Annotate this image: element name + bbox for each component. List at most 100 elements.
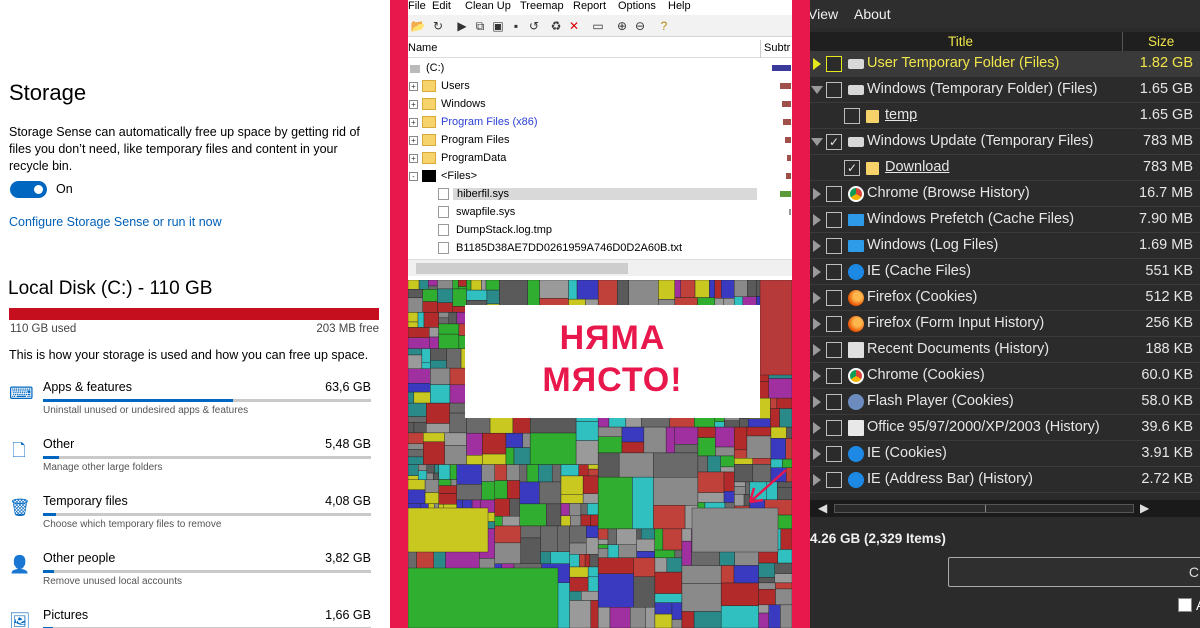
title-column-header[interactable]: Title	[948, 34, 973, 49]
storage-category-0[interactable]: ⌨ Apps & features 63,6 GB Uninstall unused …	[9, 380, 371, 430]
expand-icon[interactable]: +	[409, 154, 418, 163]
cleaner-row-checkbox[interactable]	[826, 238, 842, 254]
expand-icon[interactable]: +	[409, 100, 418, 109]
storage-category-2[interactable]: 🗑 Temporary files 4,08 GB Choose which temp…	[9, 494, 371, 544]
collapse-icon[interactable]: -	[409, 172, 418, 181]
expand-arrow-icon[interactable]	[813, 396, 821, 408]
cleaner-row[interactable]: Windows (Temporary Folder) (Files) 1.65 G…	[810, 77, 1200, 103]
expand-arrow-icon[interactable]	[813, 474, 821, 486]
recycle-icon[interactable]: ♻	[548, 18, 564, 34]
scrollbar-thumb[interactable]	[416, 263, 628, 274]
cleaner-row[interactable]: Flash Player (Cookies) 58.0 KB	[810, 389, 1200, 415]
scrollbar-thumb[interactable]	[834, 504, 1134, 513]
tree-row[interactable]: DumpStack.log.tmp	[408, 222, 792, 240]
cleaner-row-checkbox[interactable]	[826, 56, 842, 72]
cleaner-row[interactable]: IE (Cache Files) 551 KB	[810, 259, 1200, 285]
menu-help[interactable]: Help	[668, 0, 691, 12]
cleaner-row-checkbox[interactable]	[826, 394, 842, 410]
cleaner-row[interactable]: IE (Cookies) 3.91 KB	[810, 441, 1200, 467]
cleaner-row-checkbox[interactable]: ✓	[844, 160, 860, 176]
menu-treemap[interactable]: Treemap	[520, 0, 564, 12]
tree-row[interactable]: + Program Files (x86)	[408, 114, 792, 132]
collapse-arrow-icon[interactable]	[811, 138, 823, 146]
tree-horizontal-scrollbar[interactable]	[408, 259, 792, 276]
subtree-column-header[interactable]: Subtr	[764, 42, 790, 54]
storage-category-3[interactable]: 👤 Other people 3,82 GB Remove unused local …	[9, 551, 371, 601]
configure-storage-sense-link[interactable]: Configure Storage Sense or run it now	[9, 215, 222, 229]
expand-arrow-icon[interactable]	[813, 422, 821, 434]
tree-row[interactable]: hiberfil.sys	[408, 186, 792, 204]
tree-row[interactable]: (C:)	[408, 60, 792, 78]
tree-row[interactable]: - <Files>	[408, 168, 792, 186]
cleaner-row[interactable]: Firefox (Form Input History) 256 KB	[810, 311, 1200, 337]
expand-arrow-icon[interactable]	[813, 292, 821, 304]
cleaner-row-checkbox[interactable]	[826, 316, 842, 332]
open-folder-icon[interactable]: 📂	[410, 18, 426, 34]
storage-category-4[interactable]: 🖼 Pictures 1,66 GB	[9, 608, 371, 628]
menu-view[interactable]: View	[810, 6, 838, 22]
name-column-header[interactable]: Name	[408, 42, 437, 54]
menu-clean-up[interactable]: Clean Up	[465, 0, 511, 12]
expand-arrow-icon[interactable]	[813, 240, 821, 252]
menu-edit[interactable]: Edit	[432, 0, 451, 12]
menu-options[interactable]: Options	[618, 0, 656, 12]
cleaner-row-checkbox[interactable]	[826, 342, 842, 358]
play-icon[interactable]: ▶	[454, 18, 470, 34]
expand-arrow-icon[interactable]	[813, 214, 821, 226]
zoom-out-icon[interactable]: ⊖	[632, 18, 648, 34]
cleaner-row-checkbox[interactable]	[826, 186, 842, 202]
cleaner-row-checkbox[interactable]	[826, 290, 842, 306]
scroll-left-icon[interactable]: ◀	[818, 501, 827, 515]
expand-arrow-icon[interactable]	[813, 448, 821, 460]
tree-row[interactable]: + Program Files	[408, 132, 792, 150]
expand-arrow-icon[interactable]	[813, 318, 821, 330]
menu-report[interactable]: Report	[573, 0, 606, 12]
cleaner-row[interactable]: Firefox (Cookies) 512 KB	[810, 285, 1200, 311]
tree-row[interactable]: swapfile.sys	[408, 204, 792, 222]
cleaner-row[interactable]: Office 95/97/2000/XP/2003 (History) 39.6 …	[810, 415, 1200, 441]
cleaner-row[interactable]: Windows Prefetch (Cache Files) 7.90 MB	[810, 207, 1200, 233]
cleaner-row-checkbox[interactable]	[826, 420, 842, 436]
storage-category-1[interactable]: 🗋 Other 5,48 GB Manage other large folders	[9, 437, 371, 487]
refresh-icon[interactable]: ↻	[430, 18, 446, 34]
expand-arrow-icon[interactable]	[813, 266, 821, 278]
menu-file[interactable]: File	[408, 0, 426, 12]
cleaner-row-checkbox[interactable]	[826, 446, 842, 462]
cleaner-row[interactable]: User Temporary Folder (Files) 1.82 GB	[810, 51, 1200, 77]
cleaner-option-checkbox[interactable]	[1178, 598, 1192, 612]
cleaner-row-checkbox[interactable]	[826, 472, 842, 488]
cleaner-row[interactable]: Chrome (Cookies) 60.0 KB	[810, 363, 1200, 389]
cleaner-row-checkbox[interactable]	[844, 108, 860, 124]
menu-about[interactable]: About	[854, 6, 891, 22]
cleaner-row-checkbox[interactable]	[826, 82, 842, 98]
refresh-green-icon[interactable]: ↺	[526, 18, 542, 34]
explorer-icon[interactable]: ▣	[490, 18, 506, 34]
new-folder-icon[interactable]: ▭	[590, 18, 606, 34]
expand-icon[interactable]: +	[409, 82, 418, 91]
delete-icon[interactable]: ✕	[566, 18, 582, 34]
expand-arrow-icon[interactable]	[813, 344, 821, 356]
zoom-in-icon[interactable]: ⊕	[614, 18, 630, 34]
cleaner-row-checkbox[interactable]	[826, 264, 842, 280]
expand-arrow-icon[interactable]	[813, 370, 821, 382]
tree-row[interactable]: B1185D38AE7DD0261959A746D0D2A60B.txt	[408, 240, 792, 258]
cleaner-row[interactable]: IE (Address Bar) (History) 2.72 KB	[810, 467, 1200, 493]
expand-icon[interactable]: +	[409, 136, 418, 145]
expand-arrow-icon[interactable]	[813, 58, 821, 70]
expand-arrow-icon[interactable]	[813, 188, 821, 200]
cleaner-row-checkbox[interactable]: ✓	[826, 134, 842, 150]
cleaner-horizontal-scrollbar[interactable]: ◀ ▶	[810, 500, 1200, 517]
size-column-header[interactable]: Size	[1148, 34, 1174, 49]
tree-row[interactable]: + ProgramData	[408, 150, 792, 168]
cleaner-row[interactable]: ✓ Download 783 MB	[810, 155, 1200, 181]
cleaner-row[interactable]: Recent Documents (History) 188 KB	[810, 337, 1200, 363]
command-prompt-icon[interactable]: ▪	[508, 18, 524, 34]
tree-row[interactable]: + Users	[408, 78, 792, 96]
cleaner-row-checkbox[interactable]	[826, 212, 842, 228]
tree-row[interactable]: + Windows	[408, 96, 792, 114]
cleaner-row[interactable]: ✓ Windows Update (Temporary Files) 783 MB	[810, 129, 1200, 155]
expand-icon[interactable]: +	[409, 118, 418, 127]
cleaner-row-checkbox[interactable]	[826, 368, 842, 384]
storage-sense-toggle[interactable]	[10, 181, 47, 198]
scroll-right-icon[interactable]: ▶	[1140, 501, 1149, 515]
